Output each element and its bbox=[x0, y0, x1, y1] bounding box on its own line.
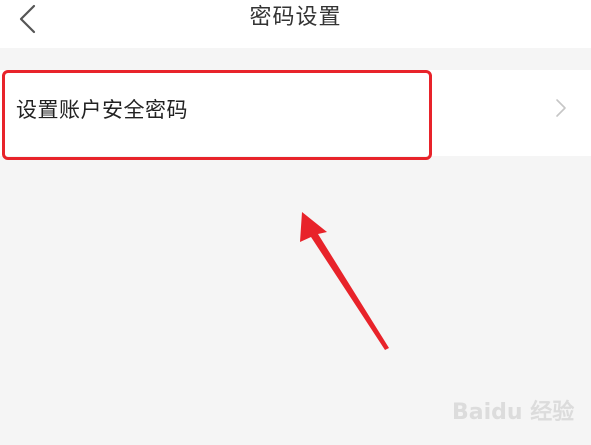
list-item-label: 设置账户安全密码 bbox=[16, 98, 188, 122]
page-title: 密码设置 bbox=[249, 5, 342, 30]
watermark-text: Baidu 经验 bbox=[452, 400, 575, 425]
set-account-security-password-item[interactable]: 设置账户安全密码 bbox=[0, 70, 591, 156]
navigation-header: 密码设置 bbox=[0, 0, 591, 48]
chevron-right-icon bbox=[556, 99, 566, 117]
baidu-jingyan-watermark: Baidu 经验 bbox=[452, 384, 587, 428]
section-gap bbox=[0, 48, 591, 70]
